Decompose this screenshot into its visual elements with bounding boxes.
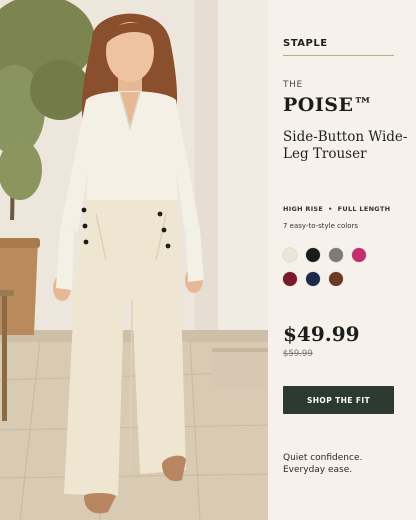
current-price: $49.99 [283, 322, 360, 346]
swatch-magenta[interactable] [352, 248, 366, 262]
brand-divider [283, 55, 394, 56]
tagline-line-1: Quiet confidence. [283, 453, 363, 463]
swatch-grey[interactable] [329, 248, 343, 262]
colors-note: 7 easy-to-style colors [283, 222, 359, 230]
product-features: HIGH RISE • FULL LENGTH [283, 205, 390, 213]
product-name: POISE™ [283, 94, 373, 116]
feature-high-rise: HIGH RISE [283, 205, 324, 213]
original-price: $59.99 [283, 349, 313, 359]
product-photo [0, 0, 268, 520]
product-eyebrow: THE [283, 80, 303, 90]
feature-separator: • [328, 205, 333, 213]
swatch-navy[interactable] [306, 272, 320, 286]
tagline-line-2: Everyday ease. [283, 464, 353, 475]
product-info-panel: STAPLE THE POISE™ Side-Button Wide-Leg T… [268, 0, 416, 520]
tagline: Quiet confidence. Everyday ease. [283, 453, 408, 476]
color-swatches [283, 248, 378, 286]
feature-full-length: FULL LENGTH [337, 205, 391, 213]
model-photo-illustration [0, 0, 268, 520]
swatch-burgundy[interactable] [283, 272, 297, 286]
swatch-brown[interactable] [329, 272, 343, 286]
brand-name: STAPLE [283, 38, 328, 49]
swatch-black[interactable] [306, 248, 320, 262]
product-subtitle: Side-Button Wide-Leg Trouser [283, 129, 408, 162]
shop-the-fit-button[interactable]: SHOP THE FIT [283, 386, 394, 414]
swatch-ivory[interactable] [283, 248, 297, 262]
